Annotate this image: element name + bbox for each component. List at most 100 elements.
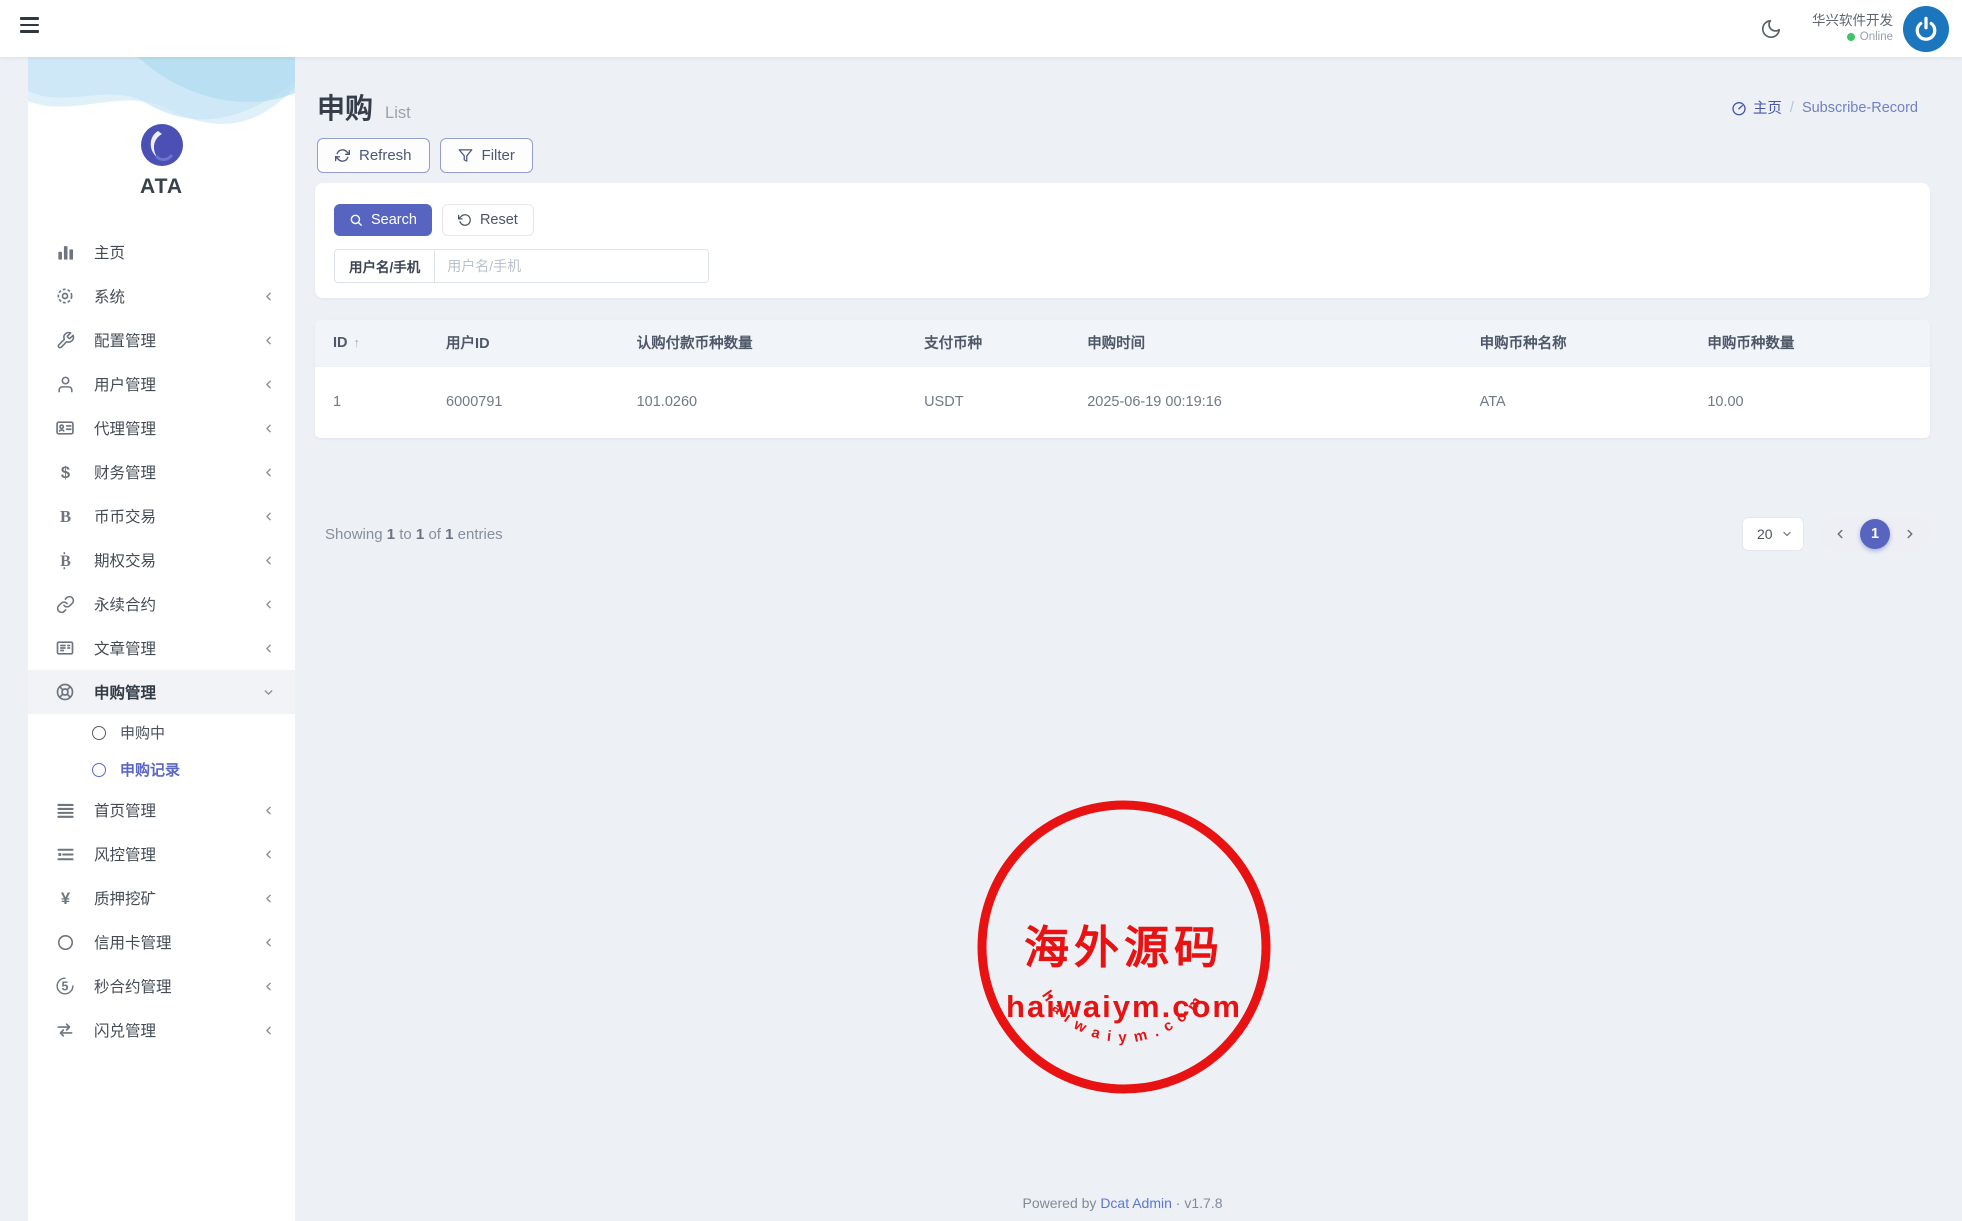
page-subtitle: List (385, 104, 411, 123)
cell-user-id: 6000791 (428, 366, 619, 438)
svg-text:B: B (60, 553, 71, 570)
svg-text:$: $ (60, 463, 69, 482)
top-navbar: 华兴软件开发 Online (0, 0, 1962, 57)
sidebar-item-label: 首页管理 (94, 799, 262, 821)
chevron-left-icon (262, 980, 275, 993)
chevron-left-icon (262, 510, 275, 523)
sidebar-item-subscribing[interactable]: 申购中 (28, 714, 295, 751)
sidebar-item-finance[interactable]: $ 财务管理 (28, 450, 295, 494)
username-filter-input[interactable] (435, 250, 708, 282)
username-filter-label: 用户名/手机 (335, 250, 435, 282)
sidebar-item-spot-trading[interactable]: B 币币交易 (28, 494, 295, 538)
haiwaiym-stamp-watermark: www.haiwaiym.com 海外源码 haiwaiym.com haiwa… (974, 797, 1274, 1097)
records-table: ID↑ 用户ID 认购付款币种数量 支付币种 申购时间 申购币种名称 申购币种数… (315, 320, 1930, 438)
sidebar-item-label: 文章管理 (94, 637, 262, 659)
sidebar-item-label: 质押挖矿 (94, 887, 262, 909)
brand-name: ATA (28, 175, 295, 199)
yen-icon: ¥ (54, 889, 76, 908)
reset-button[interactable]: Reset (442, 204, 534, 236)
breadcrumb: 主页 / Subscribe-Record (1731, 97, 1918, 118)
stamp-arc-bottom-text: haiwaiym.com (1038, 987, 1210, 1046)
dark-mode-toggle-icon[interactable] (1760, 18, 1782, 40)
cell-pay-currency: USDT (906, 366, 1069, 438)
gear-icon (54, 286, 76, 306)
dollar-icon: $ (54, 463, 76, 482)
main-content: 申购 List 主页 / Subscribe-Record Refresh Fi… (315, 57, 1930, 1221)
sort-asc-icon[interactable]: ↑ (354, 335, 361, 350)
sidebar-item-perpetual[interactable]: 永续合约 (28, 582, 295, 626)
entries-summary: Showing 1 to 1 of 1 entries (325, 526, 503, 543)
sidebar-item-credit-card[interactable]: 信用卡管理 (28, 920, 295, 964)
svg-text:haiwaiym.com: haiwaiym.com (1038, 987, 1210, 1046)
reset-icon (458, 213, 472, 227)
chevron-down-icon (1781, 528, 1793, 540)
sidebar-toggle-icon[interactable] (20, 17, 42, 39)
newspaper-icon (54, 638, 76, 658)
sidebar-item-risk-control[interactable]: 风控管理 (28, 832, 295, 876)
page-number-current[interactable]: 1 (1860, 519, 1890, 549)
sidebar-item-second-contract[interactable]: 5 秒合约管理 (28, 964, 295, 1008)
breadcrumb-home-link[interactable]: 主页 (1731, 97, 1782, 118)
page-head: 申购 List (317, 87, 411, 127)
sidebar-item-subscribe[interactable]: 申购管理 (28, 670, 295, 714)
chevron-left-icon (262, 554, 275, 567)
sidebar-item-users[interactable]: 用户管理 (28, 362, 295, 406)
footer: Powered by Dcat Admin · v1.7.8 (315, 1195, 1930, 1211)
search-icon (349, 213, 363, 227)
page-title: 申购 (317, 87, 373, 127)
user-avatar[interactable] (1903, 6, 1949, 52)
sidebar-item-staking[interactable]: ¥ 质押挖矿 (28, 876, 295, 920)
sidebar-item-label: 永续合约 (94, 593, 262, 615)
chevron-left-icon (262, 642, 275, 655)
navbar-right: 华兴软件开发 Online (1760, 0, 1949, 57)
link-icon (54, 595, 76, 614)
refresh-button[interactable]: Refresh (317, 138, 430, 173)
search-filter-card: Search Reset 用户名/手机 (315, 183, 1930, 298)
page-size-select[interactable]: 20 (1742, 517, 1804, 551)
sidebar-item-label: 风控管理 (94, 843, 262, 865)
breadcrumb-current: Subscribe-Record (1802, 100, 1918, 116)
cell-id: 1 (315, 366, 428, 438)
sidebar-item-label: 主页 (94, 241, 275, 263)
sidebar-item-articles[interactable]: 文章管理 (28, 626, 295, 670)
online-label: Online (1860, 30, 1893, 44)
sidebar-item-label: 申购记录 (120, 759, 180, 780)
sidebar-item-label: 用户管理 (94, 373, 262, 395)
table-row[interactable]: 1 6000791 101.0260 USDT 2025-06-19 00:19… (315, 366, 1930, 438)
sidebar-item-label: 系统 (94, 285, 262, 307)
sidebar-item-home[interactable]: 主页 (28, 230, 295, 274)
chevron-left-icon (262, 892, 275, 905)
sidebar-item-flash-exchange[interactable]: 闪兑管理 (28, 1008, 295, 1052)
filter-button[interactable]: Filter (440, 138, 533, 173)
list-icon (54, 801, 76, 820)
bitcoin-icon: B (54, 551, 76, 570)
sidebar-item-label: 闪兑管理 (94, 1019, 262, 1041)
header-pay-amount: 认购付款币种数量 (619, 320, 906, 366)
version-label: v1.7.8 (1184, 1195, 1222, 1211)
power-icon (1911, 14, 1941, 44)
sidebar-item-config[interactable]: 配置管理 (28, 318, 295, 362)
indent-list-icon (54, 845, 76, 864)
svg-text:¥: ¥ (60, 889, 70, 908)
sidebar-item-system[interactable]: 系统 (28, 274, 295, 318)
header-id[interactable]: ID↑ (315, 320, 428, 366)
dcat-admin-link[interactable]: Dcat Admin (1100, 1195, 1172, 1211)
cell-coin-amount: 10.00 (1689, 366, 1930, 438)
next-page-button[interactable] (1903, 527, 1917, 541)
sidebar-item-homepage-mgmt[interactable]: 首页管理 (28, 788, 295, 832)
search-button[interactable]: Search (334, 204, 432, 236)
sidebar-item-label: 申购管理 (94, 681, 262, 703)
coin-b-icon: B (54, 507, 76, 526)
brand-area[interactable]: ATA (28, 57, 295, 207)
sidebar-item-label: 信用卡管理 (94, 931, 262, 953)
grid-toolbar: Refresh Filter (317, 138, 533, 173)
breadcrumb-separator: / (1790, 100, 1794, 116)
sidebar-item-label: 期权交易 (94, 549, 262, 571)
sidebar-item-agents[interactable]: 代理管理 (28, 406, 295, 450)
wrench-icon (54, 331, 76, 350)
chevron-left-icon (262, 848, 275, 861)
online-dot-icon (1847, 33, 1855, 41)
prev-page-button[interactable] (1833, 527, 1847, 541)
sidebar-item-options-trading[interactable]: B 期权交易 (28, 538, 295, 582)
sidebar-item-subscribe-record[interactable]: 申购记录 (28, 751, 295, 788)
